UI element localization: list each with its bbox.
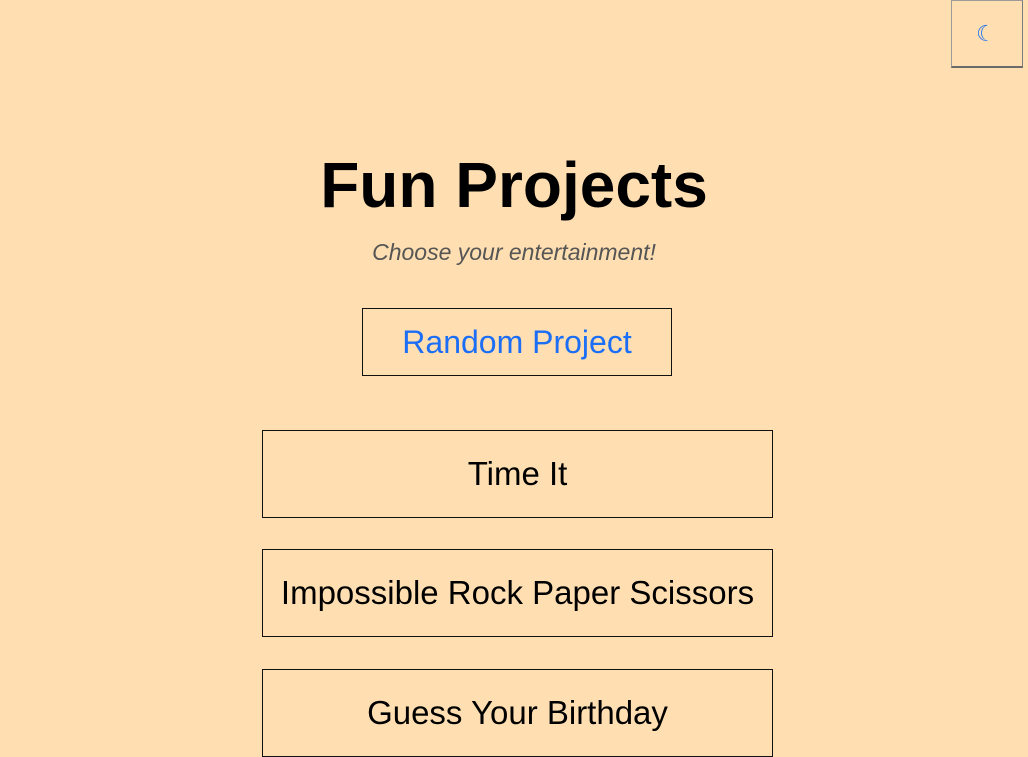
random-project-button[interactable]: Random Project bbox=[362, 308, 672, 376]
project-button-guess-your-birthday[interactable]: Guess Your Birthday bbox=[262, 669, 773, 757]
project-button-time-it[interactable]: Time It bbox=[262, 430, 773, 518]
theme-toggle-button[interactable]: ☾ bbox=[951, 0, 1023, 68]
page-subtitle: Choose your entertainment! bbox=[372, 239, 656, 265]
page-title: Fun Projects bbox=[320, 149, 708, 221]
moon-icon: ☾ bbox=[976, 21, 996, 47]
project-button-impossible-rock-paper-scissors[interactable]: Impossible Rock Paper Scissors bbox=[262, 549, 773, 637]
